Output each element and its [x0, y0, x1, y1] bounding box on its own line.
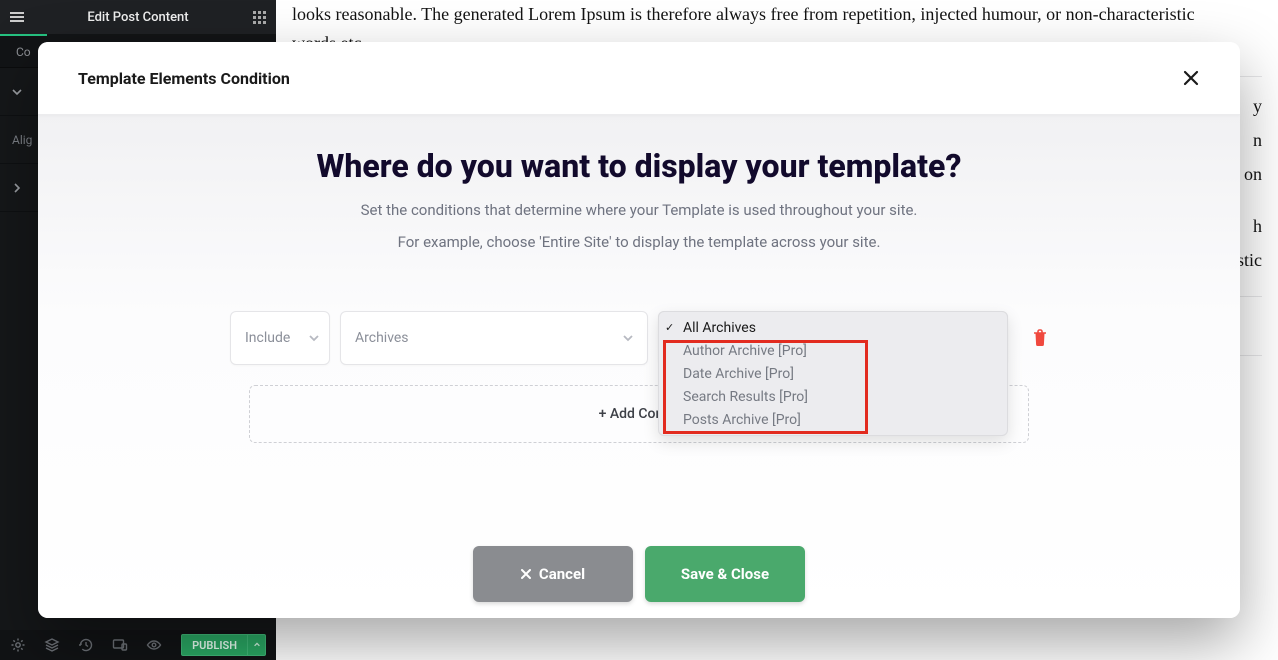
dropdown-option-label: All Archives — [683, 320, 756, 336]
chevron-down-icon — [623, 333, 633, 343]
modal-headline: Where do you want to display your templa… — [38, 147, 1240, 185]
cancel-button[interactable]: Cancel — [473, 546, 633, 602]
close-icon[interactable] — [1182, 69, 1200, 87]
dropdown-option-label: Posts Archive [Pro] — [683, 412, 801, 428]
modal-overlay: Template Elements Condition Where do you… — [0, 0, 1278, 660]
dropdown-option[interactable]: Posts Archive [Pro] — [659, 408, 1007, 431]
include-select[interactable]: Include — [230, 311, 330, 365]
save-button-label: Save & Close — [681, 565, 769, 583]
type-select[interactable]: Archives — [340, 311, 648, 365]
modal-body: Where do you want to display your templa… — [38, 115, 1240, 618]
modal-subtitle-2: For example, choose 'Entire Site' to dis… — [38, 233, 1240, 251]
dropdown-option[interactable]: Author Archive [Pro] — [659, 339, 1007, 362]
cancel-button-label: Cancel — [539, 565, 585, 583]
chevron-down-icon — [309, 333, 319, 343]
dropdown-option[interactable]: Date Archive [Pro] — [659, 362, 1007, 385]
checkmark-icon: ✓ — [665, 321, 679, 334]
type-select-value: Archives — [355, 330, 409, 346]
dropdown-option-label: Date Archive [Pro] — [683, 366, 794, 382]
include-select-value: Include — [245, 330, 290, 346]
trash-icon[interactable] — [1032, 329, 1048, 347]
conditions-modal: Template Elements Condition Where do you… — [38, 42, 1240, 618]
condition-row: Include Archives ✓ All Archives — [230, 311, 1048, 365]
dropdown-option[interactable]: Search Results [Pro] — [659, 385, 1007, 408]
dropdown-option-label: Search Results [Pro] — [683, 389, 808, 405]
dropdown-option[interactable]: ✓ All Archives — [659, 316, 1007, 339]
modal-header: Template Elements Condition — [38, 42, 1240, 115]
save-close-button[interactable]: Save & Close — [645, 546, 805, 602]
target-dropdown: ✓ All Archives Author Archive [Pro] Date… — [658, 311, 1008, 436]
dropdown-option-label: Author Archive [Pro] — [683, 343, 807, 359]
target-select[interactable]: ✓ All Archives Author Archive [Pro] Date… — [658, 311, 1008, 365]
modal-subtitle-1: Set the conditions that determine where … — [38, 201, 1240, 219]
modal-title: Template Elements Condition — [78, 69, 290, 88]
modal-footer: Cancel Save & Close — [38, 546, 1240, 602]
close-icon — [521, 569, 531, 579]
